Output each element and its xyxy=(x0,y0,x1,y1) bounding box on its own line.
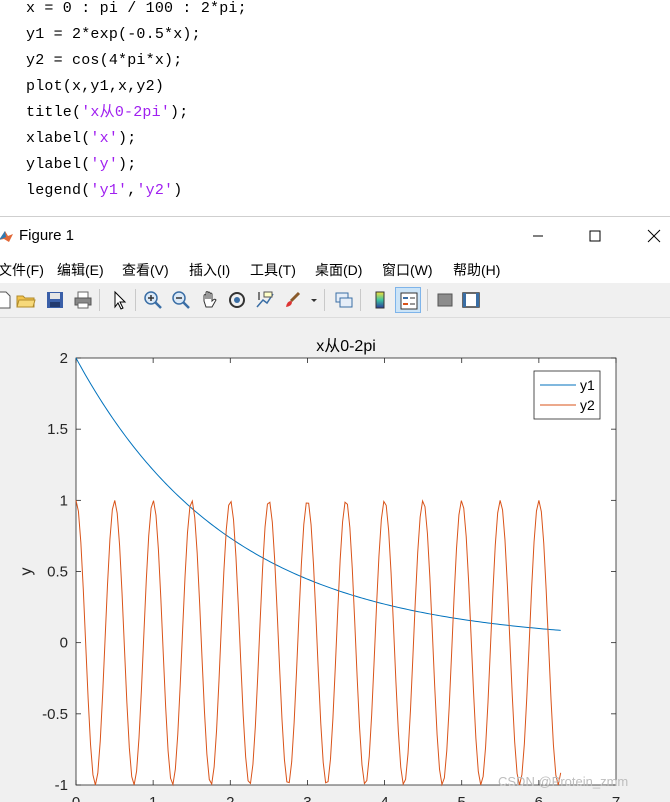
menu-help[interactable]: 帮助(H) xyxy=(453,260,500,280)
minimize-icon xyxy=(533,235,543,237)
y-tick-label: -0.5 xyxy=(42,706,68,723)
print-icon[interactable] xyxy=(73,290,93,310)
axes-box xyxy=(75,357,617,786)
menu-bar: 文件(F) 编辑(E) 查看(V) 插入(I) 工具(T) 桌面(D) 窗口(W… xyxy=(0,255,670,283)
matlab-icon xyxy=(0,231,13,242)
code-punct: ); xyxy=(118,130,137,147)
menu-view[interactable]: 查看(V) xyxy=(122,260,169,280)
code-line: y1 = 2*exp(-0.5*x); xyxy=(26,26,201,43)
toolbar-separator xyxy=(360,289,361,311)
y-axis-label: y xyxy=(18,568,35,576)
code-punct: ) xyxy=(173,182,183,199)
code-punct: ); xyxy=(118,156,137,173)
minimize-button[interactable] xyxy=(515,217,561,255)
code-line: legend('y1','y2') xyxy=(26,182,182,200)
new-file-icon[interactable] xyxy=(0,290,14,310)
code-line: x = 0 : pi / 100 : 2*pi; xyxy=(26,0,247,17)
y-tick-label: 0.5 xyxy=(47,564,68,581)
code-fn: xlabel( xyxy=(26,130,91,147)
maximize-button[interactable] xyxy=(572,217,618,255)
code-string: 'x从0-2pi' xyxy=(81,104,171,121)
title-bar[interactable]: Figure 1 xyxy=(0,217,670,255)
code-string: 'y' xyxy=(90,156,119,173)
code-fn: legend( xyxy=(26,182,91,199)
y-tick-label: 2 xyxy=(60,350,68,367)
code-editor: x = 0 : pi / 100 : 2*pi; y1 = 2*exp(-0.5… xyxy=(0,0,670,216)
chevron-down-icon[interactable] xyxy=(309,290,319,310)
watermark: CSDN @Protein_zmm xyxy=(498,774,629,789)
close-icon xyxy=(647,229,661,243)
code-line: y2 = cos(4*pi*x); xyxy=(26,52,183,69)
link-plot-icon[interactable] xyxy=(334,290,354,310)
hide-plot-tools-icon[interactable] xyxy=(435,290,455,310)
menu-tools[interactable]: 工具(T) xyxy=(250,260,296,280)
y-tick-label: 1.5 xyxy=(47,421,68,438)
maximize-icon xyxy=(589,230,601,242)
window-title: Figure 1 xyxy=(19,227,75,244)
toolbar-separator xyxy=(99,289,100,311)
rotate-3d-icon[interactable] xyxy=(227,290,247,310)
legend-label-y2: y2 xyxy=(580,397,595,413)
toolbar-separator xyxy=(135,289,136,311)
menu-desktop[interactable]: 桌面(D) xyxy=(315,260,362,280)
brush-icon[interactable] xyxy=(283,290,303,310)
legend-button[interactable] xyxy=(395,287,421,313)
y-tick-label: 0 xyxy=(60,635,68,652)
plot-area: 21.510.50-0.5-101234567 x从0-2piy y1y2 xyxy=(0,318,670,802)
menu-edit[interactable]: 编辑(E) xyxy=(57,260,104,280)
toolbar-separator xyxy=(324,289,325,311)
y-tick-label: 1 xyxy=(60,492,68,509)
code-string: 'y1' xyxy=(90,182,128,199)
code-fn: title( xyxy=(26,104,82,121)
figure-window: Figure 1 文件(F) 编辑(E) 查看(V) 插入(I) 工具(T) 桌… xyxy=(0,216,670,802)
code-string: 'y2' xyxy=(136,182,174,199)
chart-svg[interactable]: 21.510.50-0.5-101234567 x从0-2piy y1y2 xyxy=(0,318,670,802)
data-cursor-icon[interactable] xyxy=(255,290,275,310)
menu-file[interactable]: 文件(F) xyxy=(0,260,44,280)
legend-icon xyxy=(400,292,418,310)
code-line: plot(x,y1,x,y2) xyxy=(26,78,165,95)
code-punct: ); xyxy=(170,104,189,121)
code-line: title('x从0-2pi'); xyxy=(26,104,188,122)
menu-window[interactable]: 窗口(W) xyxy=(382,260,433,280)
pan-icon[interactable] xyxy=(199,290,219,310)
colorbar-icon[interactable] xyxy=(370,290,390,310)
save-icon[interactable] xyxy=(45,290,65,310)
figure-toolbar xyxy=(0,283,670,318)
toolbar-separator xyxy=(427,289,428,311)
zoom-out-icon[interactable] xyxy=(171,290,191,310)
y-tick-label: -1 xyxy=(55,777,68,794)
code-line: xlabel('x'); xyxy=(26,130,136,148)
menu-insert[interactable]: 插入(I) xyxy=(189,260,230,280)
code-fn: ylabel( xyxy=(26,156,91,173)
close-button[interactable] xyxy=(631,217,670,255)
zoom-in-icon[interactable] xyxy=(143,290,163,310)
chart-title: x从0-2pi xyxy=(316,338,376,355)
pointer-icon[interactable] xyxy=(109,290,129,310)
open-file-icon[interactable] xyxy=(16,290,36,310)
show-plot-tools-icon[interactable] xyxy=(461,290,481,310)
code-line: ylabel('y'); xyxy=(26,156,136,174)
code-string: 'x' xyxy=(90,130,119,147)
legend-label-y1: y1 xyxy=(580,377,595,393)
